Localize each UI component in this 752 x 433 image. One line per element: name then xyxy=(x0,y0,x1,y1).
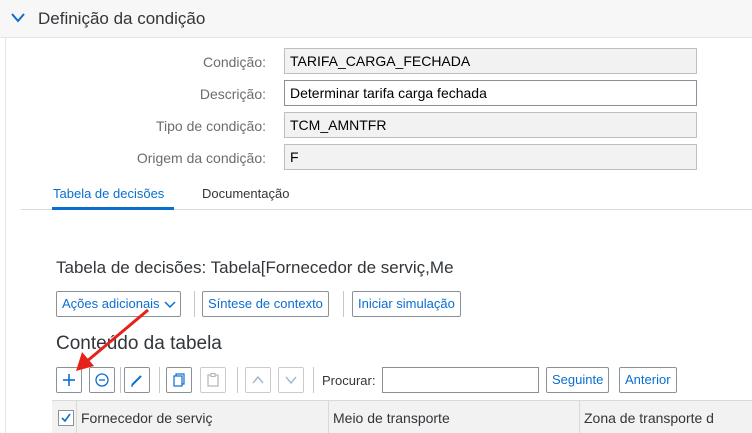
copy-row-button[interactable] xyxy=(166,367,192,393)
edit-icon xyxy=(131,375,142,387)
anterior-button[interactable]: Anterior xyxy=(619,367,677,393)
chevron-down-icon[interactable] xyxy=(10,11,26,25)
remove-row-button[interactable] xyxy=(89,367,115,393)
decision-table-title: Tabela de decisões: Tabela[Fornecedor de… xyxy=(56,258,454,277)
section-divider xyxy=(5,38,6,433)
toolbar-separator xyxy=(313,367,314,393)
column-header-fornecedor[interactable]: Fornecedor de serviç xyxy=(77,401,329,433)
acoes-adicionais-label: Ações adicionais xyxy=(62,296,160,311)
section-header[interactable]: Definição da condição xyxy=(0,0,752,38)
tab-documentacao[interactable]: Documentação xyxy=(202,186,289,201)
move-up-icon xyxy=(252,375,264,384)
toolbar-separator xyxy=(343,291,344,317)
search-label: Procurar: xyxy=(322,373,376,388)
copy-icon xyxy=(173,373,185,387)
move-down-icon xyxy=(285,376,297,385)
toolbar-separator xyxy=(237,367,238,393)
tab-tabela-decisoes[interactable]: Tabela de decisões xyxy=(53,186,164,201)
paste-icon xyxy=(207,372,219,387)
tab-bar: Tabela de decisões Documentação xyxy=(21,176,752,210)
move-up-button[interactable] xyxy=(245,367,271,393)
select-all-cell[interactable] xyxy=(52,401,77,433)
move-down-button[interactable] xyxy=(278,367,304,393)
search-input[interactable] xyxy=(382,367,539,393)
toolbar-separator xyxy=(194,291,195,317)
iniciar-simulacao-button[interactable]: Iniciar simulação xyxy=(352,291,461,317)
origem-condicao-field: F xyxy=(284,144,697,170)
tipo-condicao-field: TCM_AMNTFR xyxy=(284,112,697,138)
remove-icon xyxy=(95,373,109,387)
active-tab-indicator xyxy=(52,207,174,210)
table-content-title: Conteúdo da tabela xyxy=(56,333,222,354)
add-row-button[interactable] xyxy=(56,367,82,393)
edit-row-button[interactable] xyxy=(124,367,150,393)
column-header-meio-transporte[interactable]: Meio de transporte xyxy=(329,401,580,433)
origem-condicao-label: Origem da condição: xyxy=(136,150,266,166)
paste-row-button[interactable] xyxy=(200,367,226,393)
condicao-label: Condição: xyxy=(202,54,266,70)
descricao-field[interactable]: Determinar tarifa carga fechada xyxy=(284,80,697,106)
descricao-label: Descrição: xyxy=(199,86,266,102)
column-header-zona-transporte[interactable]: Zona de transporte d xyxy=(580,401,752,433)
toolbar-separator xyxy=(120,367,121,393)
chevron-down-icon xyxy=(164,301,176,309)
select-all-checkbox[interactable] xyxy=(58,410,74,426)
toolbar-separator xyxy=(159,367,160,393)
tipo-condicao-label: Tipo de condição: xyxy=(156,118,266,134)
section-title: Definição da condição xyxy=(38,9,206,28)
add-icon xyxy=(63,374,75,386)
table-header: Fornecedor de serviç Meio de transporte … xyxy=(52,400,752,433)
acoes-adicionais-button[interactable]: Ações adicionais xyxy=(56,291,181,317)
checkmark-icon xyxy=(61,413,71,423)
seguinte-button[interactable]: Seguinte xyxy=(546,367,610,393)
condicao-field: TARIFA_CARGA_FECHADA xyxy=(284,48,697,74)
sintese-contexto-button[interactable]: Síntese de contexto xyxy=(202,291,329,317)
